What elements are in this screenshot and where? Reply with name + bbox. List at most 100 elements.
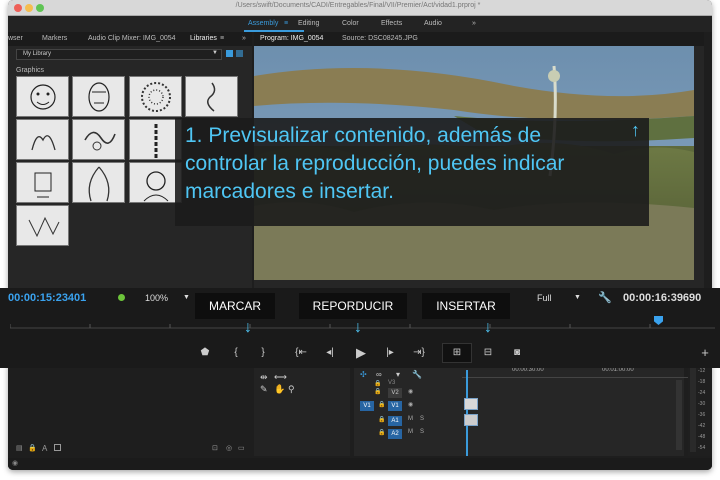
lock-icon[interactable]: 🔒	[28, 444, 37, 452]
tab-markers[interactable]: Markers	[42, 32, 67, 46]
workspace-tab-audio[interactable]: Audio	[424, 16, 442, 32]
library-graphic-thumbnail[interactable]	[129, 76, 182, 117]
arrow-down-icon: ↓	[354, 319, 362, 336]
meter-scale: -12 -18 -24 -30 -36 -42 -48 -54	[698, 366, 705, 454]
solo-toggle[interactable]: S	[420, 429, 424, 435]
status-indicator	[118, 294, 125, 301]
meter-tick: -42	[698, 423, 706, 429]
minimize-window-button[interactable]	[25, 4, 33, 12]
workspace-tab-effects[interactable]: Effects	[381, 16, 402, 32]
playhead[interactable]	[466, 370, 468, 456]
play-button[interactable]: ▶	[352, 345, 370, 361]
workspace-tab-color[interactable]: Color	[342, 16, 359, 32]
go-to-in-icon[interactable]: {⇤	[292, 345, 310, 361]
callout-text: 1. Previsualizar contenido, además de co…	[185, 124, 565, 203]
panel-menu-icon[interactable]: ≡	[220, 32, 224, 46]
wrench-icon[interactable]: 🔧	[412, 370, 422, 379]
list-view-icon[interactable]: ▤	[16, 444, 23, 452]
library-graphic-thumbnail[interactable]	[16, 119, 69, 160]
source-track-target[interactable]: V1	[360, 401, 374, 411]
export-frame-camera-icon[interactable]: ◙	[508, 345, 526, 361]
more-workspaces-icon[interactable]: »	[472, 16, 476, 32]
go-to-out-icon[interactable]: ⇥}	[410, 345, 428, 361]
step-forward-icon[interactable]: |▸	[382, 345, 398, 361]
tab-browser[interactable]: wser	[8, 32, 23, 46]
tab-libraries[interactable]: Libraries	[190, 32, 217, 46]
left-panel-tabs: wser Markers Audio Clip Mixer: IMG_0054 …	[8, 32, 252, 46]
zoom-tool-icon[interactable]: ⚲	[288, 384, 295, 395]
arrow-up-icon: ↑	[631, 120, 640, 140]
solo-toggle[interactable]: S	[420, 416, 424, 422]
tab-audio-clip-mixer[interactable]: Audio Clip Mixer: IMG_0054	[88, 32, 176, 46]
track-label[interactable]: V1	[388, 401, 402, 411]
status-bar: ◉	[8, 458, 712, 470]
graphics-section-label: Graphics	[16, 67, 45, 74]
timeline-scrollbar[interactable]	[676, 380, 682, 450]
track-lock-icon[interactable]: 🔒	[374, 380, 381, 387]
track-lock-icon[interactable]: 🔒	[378, 429, 385, 436]
track-label[interactable]: A2	[388, 429, 402, 439]
mute-toggle[interactable]: M	[408, 429, 413, 435]
more-tabs-icon[interactable]: »	[242, 32, 246, 46]
mark-in-button[interactable]: {	[230, 345, 242, 361]
library-graphic-thumbnail[interactable]	[16, 205, 69, 246]
step-back-icon[interactable]: ◂|	[322, 345, 338, 361]
add-marker-icon[interactable]: ⬟	[198, 345, 212, 361]
track-label[interactable]: V2	[388, 388, 402, 398]
insert-icon[interactable]: ⊞	[446, 345, 468, 361]
arrow-down-icon: ↓	[484, 319, 492, 336]
ripple-edit-tool-icon[interactable]: ⇹	[260, 372, 268, 383]
playback-resolution-select[interactable]: Full	[537, 293, 552, 303]
hand-tool-icon[interactable]: ✋	[274, 384, 285, 395]
library-graphic-thumbnail[interactable]	[16, 162, 69, 203]
pen-tool-icon[interactable]: ✎	[260, 384, 268, 395]
mark-out-button[interactable]: }	[257, 345, 269, 361]
eye-icon[interactable]: ◉	[408, 388, 413, 395]
linked-selection-icon[interactable]: ∞	[376, 370, 382, 379]
creative-cloud-icon[interactable]: ⊡	[212, 444, 218, 452]
tutorial-callout: 1. Previsualizar contenido, además de co…	[175, 118, 649, 226]
tab-program[interactable]: Program: IMG_0054	[260, 32, 323, 46]
audio-meter-bar	[690, 368, 696, 452]
track-lock-icon[interactable]: 🔒	[378, 416, 385, 423]
track-label[interactable]: A1	[388, 416, 402, 426]
track-lock-icon[interactable]: 🔒	[374, 388, 381, 395]
close-window-button[interactable]	[14, 4, 22, 12]
program-panel-tabs: Program: IMG_0054 Source: DSC08245.JPG	[254, 32, 704, 46]
grid-view-icon[interactable]	[226, 50, 233, 57]
track-lock-icon[interactable]: 🔒	[378, 401, 385, 408]
mute-toggle[interactable]: M	[408, 416, 413, 422]
zoom-level-select[interactable]: 100%	[145, 293, 168, 303]
monitor-time-ruler[interactable]	[9, 308, 715, 334]
library-graphic-thumbnail[interactable]	[72, 119, 125, 160]
video-clip[interactable]	[464, 398, 478, 410]
library-graphic-thumbnail[interactable]	[185, 76, 238, 117]
zoom-window-button[interactable]	[36, 4, 44, 12]
list-view-icon[interactable]	[236, 50, 243, 57]
app-window: /Users/swift/Documents/CADI/Entregables/…	[8, 0, 712, 470]
track-header-a1: 🔒 A1 M S	[360, 416, 450, 428]
new-item-icon[interactable]	[54, 444, 61, 451]
wrench-icon[interactable]: 🔧	[598, 291, 612, 304]
add-marker-icon[interactable]: ▾	[396, 370, 400, 379]
track-header-v2: 🔒 V2 ◉	[360, 388, 450, 400]
library-graphic-thumbnail[interactable]	[16, 76, 69, 117]
overwrite-icon[interactable]: ⊟	[478, 345, 498, 361]
window-title: /Users/swift/Documents/CADI/Entregables/…	[235, 2, 481, 9]
slip-tool-icon[interactable]: ⟷	[274, 372, 287, 383]
trash-icon[interactable]: ▭	[238, 444, 245, 452]
arrow-down-icon: ↓	[244, 319, 252, 336]
library-graphic-thumbnail[interactable]	[72, 162, 125, 203]
button-editor-plus-icon[interactable]: +	[697, 345, 713, 361]
sync-icon[interactable]: ◎	[226, 444, 232, 452]
text-icon[interactable]: A	[42, 444, 47, 453]
chevron-down-icon: ▼	[574, 294, 581, 301]
video-clip[interactable]	[464, 414, 478, 426]
library-graphic-thumbnail[interactable]	[72, 76, 125, 117]
track-header-v1: V1 🔒 V1 ◉	[360, 401, 450, 413]
snap-icon[interactable]: ✣	[360, 370, 367, 379]
library-select[interactable]: My Library	[16, 49, 222, 60]
tab-source[interactable]: Source: DSC08245.JPG	[342, 32, 418, 46]
eye-icon[interactable]: ◉	[408, 401, 413, 408]
playhead-timecode[interactable]: 00:00:15:23401	[8, 292, 86, 304]
